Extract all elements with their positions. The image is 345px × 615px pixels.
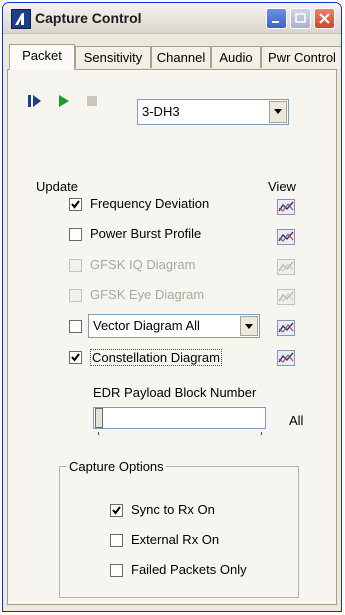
- slider-tick: [98, 432, 99, 435]
- label-gfsk-iq-diagram: GFSK IQ Diagram: [90, 257, 196, 272]
- maximize-button[interactable]: [290, 8, 311, 29]
- view-label: View: [268, 179, 296, 194]
- chart-view-icon[interactable]: [277, 320, 295, 336]
- checkbox-vector-diagram[interactable]: [69, 320, 82, 333]
- checkbox-gfsk-eye-diagram[interactable]: [69, 289, 82, 302]
- chart-view-icon[interactable]: [277, 259, 295, 275]
- update-label: Update: [36, 179, 78, 194]
- label-constellation-diagram: Constellation Diagram: [90, 349, 222, 366]
- checkbox-sync-to-rx-on[interactable]: [110, 504, 123, 517]
- label-frequency-deviation: Frequency Deviation: [90, 196, 210, 211]
- chart-view-icon[interactable]: [277, 350, 295, 366]
- close-button[interactable]: [314, 8, 335, 29]
- tab-channel[interactable]: Channel: [151, 46, 211, 68]
- checkbox-power-burst-profile[interactable]: [69, 228, 82, 241]
- chart-view-icon[interactable]: [277, 289, 295, 305]
- label-gfsk-eye-diagram: GFSK Eye Diagram: [90, 287, 205, 302]
- capture-options-title: Capture Options: [67, 459, 166, 474]
- title-bar[interactable]: Capture Control: [3, 3, 341, 34]
- window-title: Capture Control: [35, 10, 142, 26]
- label-failed-packets-only: Failed Packets Only: [131, 562, 247, 577]
- packet-type-value: 3-DH3: [142, 104, 180, 119]
- edr-payload-label: EDR Payload Block Number: [93, 385, 257, 400]
- label-external-rx-on: External Rx On: [131, 532, 220, 547]
- tab-packet[interactable]: Packet: [9, 44, 75, 70]
- step-forward-icon[interactable]: [27, 93, 43, 109]
- play-icon[interactable]: [57, 93, 71, 109]
- chevron-down-icon[interactable]: [269, 101, 287, 123]
- slider-tick: [261, 432, 262, 435]
- tab-audio[interactable]: Audio: [211, 46, 261, 68]
- label-power-burst-profile: Power Burst Profile: [90, 226, 202, 241]
- stop-icon[interactable]: [87, 96, 97, 106]
- tab-strip: Packet Sensitivity Channel Audio Pwr Con…: [3, 44, 341, 70]
- packet-type-select[interactable]: 3-DH3: [137, 99, 289, 125]
- checkbox-external-rx-on[interactable]: [110, 534, 123, 547]
- tab-pwr-control[interactable]: Pwr Control: [261, 46, 341, 68]
- checkbox-frequency-deviation[interactable]: [69, 198, 82, 211]
- vector-diagram-select[interactable]: Vector Diagram All: [88, 314, 260, 338]
- chevron-down-icon[interactable]: [240, 316, 258, 336]
- checkbox-constellation-diagram[interactable]: [69, 351, 82, 364]
- minimize-button[interactable]: [266, 8, 287, 29]
- checkbox-gfsk-iq-diagram[interactable]: [69, 259, 82, 272]
- label-sync-to-rx-on: Sync to Rx On: [131, 502, 215, 517]
- chart-view-icon[interactable]: [277, 199, 295, 215]
- tab-sensitivity[interactable]: Sensitivity: [75, 46, 151, 68]
- checkbox-failed-packets-only[interactable]: [110, 564, 123, 577]
- capture-control-window: Capture Control Packet Sensitivity Chann…: [2, 2, 342, 612]
- vector-diagram-value: Vector Diagram All: [93, 318, 200, 333]
- app-icon: [11, 9, 31, 29]
- edr-payload-slider[interactable]: [93, 407, 266, 429]
- chart-view-icon[interactable]: [277, 229, 295, 245]
- edr-slider-thumb[interactable]: [95, 408, 103, 428]
- edr-value-label: All: [289, 413, 304, 428]
